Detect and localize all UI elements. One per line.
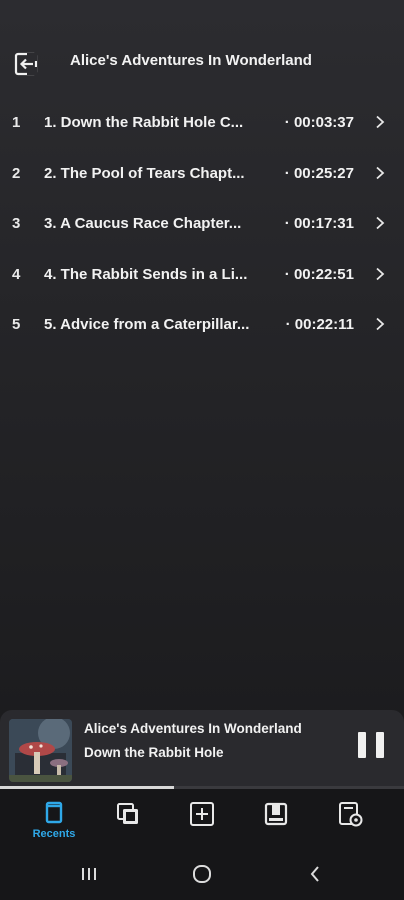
chapter-row[interactable]: 2 2. The Pool of Tears Chapt... · 00:25:… [0, 149, 404, 200]
chapter-number: 2 [12, 164, 21, 182]
system-navigation-bar [0, 849, 404, 900]
tab-recents[interactable]: Recents [24, 801, 84, 845]
tab-label: Recents [32, 828, 76, 840]
chapter-number: 1 [12, 114, 21, 131]
chevron-right-icon [374, 215, 386, 231]
top-bar: Alice's Adventures In Wonderland [0, 40, 404, 84]
chapter-title: 5. Advice from a Caterpillar... [44, 316, 250, 333]
chapter-title: 1. Down the Rabbit Hole C... [44, 114, 244, 131]
chapter-title: 2. The Pool of Tears Chapt... [44, 164, 245, 182]
chapter-number: 5 [12, 316, 21, 333]
now-playing-chapter: Down the Rabbit Hole [84, 745, 224, 760]
exit-arrow-icon [14, 52, 38, 76]
tab-library[interactable] [98, 801, 158, 845]
tab-bookmarks[interactable] [246, 801, 306, 845]
back-button[interactable] [10, 48, 42, 80]
add-box-icon [190, 802, 214, 826]
page-title: Alice's Adventures In Wonderland [70, 52, 312, 69]
recent-apps-icon [82, 868, 96, 880]
tab-add[interactable] [172, 801, 232, 845]
chevron-left-icon [310, 866, 319, 882]
home-circle-icon [193, 865, 211, 883]
recent-apps-button[interactable] [74, 861, 104, 887]
chevron-right-icon [374, 114, 386, 130]
bottom-tab-bar: Recents [0, 789, 404, 849]
chapter-number: 3 [12, 215, 21, 232]
chapter-duration: · 00:17:31 [284, 215, 354, 232]
pause-button[interactable] [358, 730, 384, 760]
chapter-row[interactable]: 1 1. Down the Rabbit Hole C... · 00:03:3… [0, 98, 404, 149]
now-playing-title: Alice's Adventures In Wonderland [84, 721, 302, 736]
mini-player[interactable]: Alice's Adventures In Wonderland Down th… [0, 710, 404, 788]
chapter-title: 3. A Caucus Race Chapter... [44, 215, 242, 232]
chevron-right-icon [374, 266, 386, 282]
book-icon [45, 801, 63, 824]
chevron-right-icon [374, 316, 386, 332]
chapter-title: 4. The Rabbit Sends in a Li... [44, 265, 248, 283]
settings-doc-icon [339, 802, 363, 827]
bookmark-box-icon [264, 802, 288, 826]
chapter-number: 4 [12, 265, 21, 283]
chapter-row[interactable]: 3 3. A Caucus Race Chapter... · 00:17:31 [0, 199, 404, 250]
chapter-list: 1 1. Down the Rabbit Hole C... · 00:03:3… [0, 98, 404, 351]
chapter-duration: · 00:03:37 [284, 114, 354, 131]
chapter-duration: · 00:25:27 [284, 164, 354, 182]
tab-settings[interactable] [320, 801, 380, 845]
chapter-duration: · 00:22:51 [284, 265, 354, 283]
pause-icon [358, 732, 366, 758]
chevron-right-icon [374, 165, 386, 181]
book-cover-image [9, 719, 72, 782]
chapter-duration: · 00:22:11 [285, 316, 354, 333]
home-button[interactable] [187, 861, 217, 887]
library-stack-icon [117, 803, 138, 824]
chapter-row[interactable]: 5 5. Advice from a Caterpillar... · 00:2… [0, 300, 404, 351]
back-nav-button[interactable] [300, 861, 330, 887]
chapter-row[interactable]: 4 4. The Rabbit Sends in a Li... · 00:22… [0, 250, 404, 301]
